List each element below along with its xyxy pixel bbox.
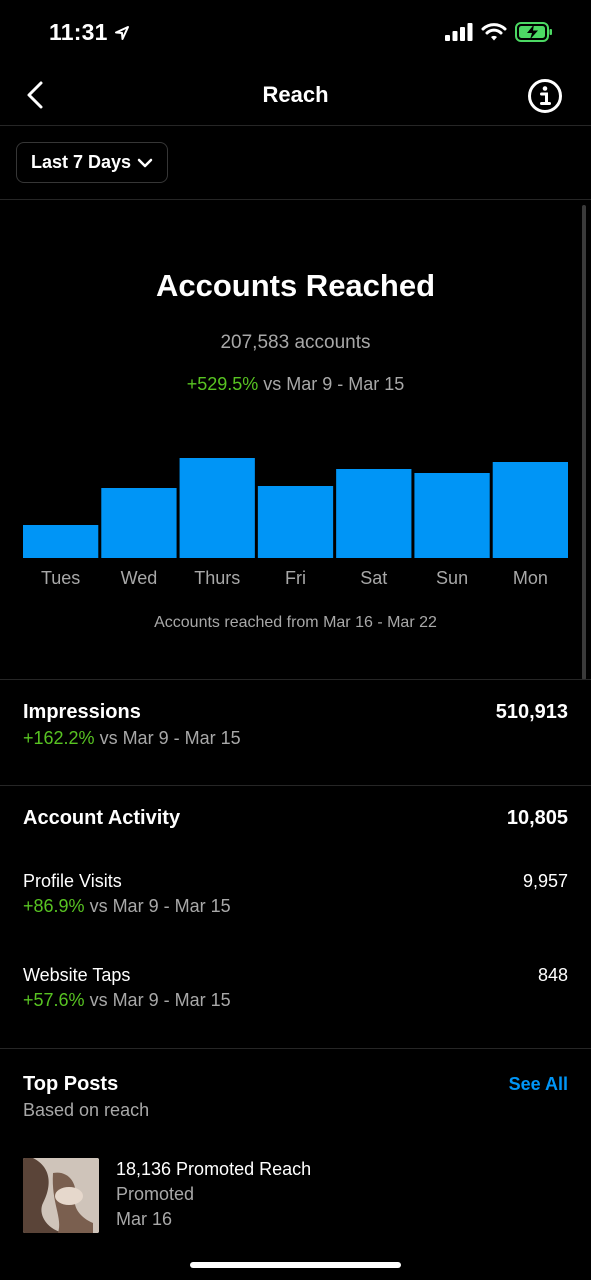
profile-visits-delta-percent: +86.9% <box>23 896 85 916</box>
website-taps-delta-period: vs Mar 9 - Mar 15 <box>84 990 231 1010</box>
chart-caption: Accounts reached from Mar 16 - Mar 22 <box>154 614 437 631</box>
account-activity-value: 10,805 <box>506 807 568 829</box>
post-date: Mar 16 <box>116 1209 173 1229</box>
profile-visits-value: 9,957 <box>522 871 568 891</box>
profile-visits-delta-period: vs Mar 9 - Mar 15 <box>84 896 231 916</box>
see-all-link[interactable]: See All <box>509 1074 568 1095</box>
divider <box>0 199 591 200</box>
bar-wed <box>101 488 177 558</box>
reach-bar-chart: Tues Wed Thurs Fri Sat Sun Mon <box>23 458 568 588</box>
home-indicator[interactable] <box>190 1262 401 1268</box>
bar-fri <box>257 486 334 558</box>
date-range-dropdown[interactable]: Last 7 Days <box>16 142 169 183</box>
website-taps-delta: +57.6% vs Mar 9 - Mar 15 <box>23 990 231 1011</box>
website-taps-value: 848 <box>537 965 568 985</box>
post-thumbnail[interactable] <box>23 1158 99 1233</box>
bar-tues <box>23 525 99 558</box>
tick-label-fri: Fri <box>285 568 306 588</box>
impressions-value: 510,913 <box>495 701 568 723</box>
status-icons <box>445 22 553 42</box>
impressions-delta-percent: +162.2% <box>23 728 95 748</box>
post-title[interactable]: 18,136 Promoted Reach <box>116 1159 311 1180</box>
post-type: Promoted <box>116 1184 195 1204</box>
bar-mon <box>492 462 568 558</box>
page-title: Reach <box>262 82 329 107</box>
website-taps-delta-percent: +57.6% <box>23 990 85 1010</box>
top-posts-title: Top Posts <box>23 1073 119 1095</box>
location-arrow-icon <box>114 25 129 40</box>
tick-label-sat: Sat <box>360 568 387 588</box>
profile-visits-delta: +86.9% vs Mar 9 - Mar 15 <box>23 896 231 917</box>
tick-label-wed: Wed <box>121 568 158 588</box>
top-posts-subtitle: Based on reach <box>23 1100 150 1120</box>
reach-title: Accounts Reached <box>155 268 436 303</box>
impressions-delta: +162.2% vs Mar 9 - Mar 15 <box>23 728 241 749</box>
chevron-down-icon <box>137 158 153 167</box>
bar-sun <box>414 473 490 558</box>
divider <box>0 679 591 680</box>
bar-thurs <box>179 458 255 558</box>
info-circle-icon <box>528 79 562 113</box>
nav-header: Reach <box>0 66 591 126</box>
website-taps-label: Website Taps <box>23 965 131 985</box>
status-bar: 11:31 <box>0 0 591 66</box>
bar-sat <box>336 469 412 558</box>
status-time: 11:31 <box>49 19 108 45</box>
cellular-signal-icon <box>445 23 473 41</box>
divider <box>0 1048 591 1049</box>
divider <box>0 785 591 786</box>
post-image <box>23 1158 99 1233</box>
tick-label-sun: Sun <box>436 568 468 588</box>
wifi-icon <box>481 23 507 41</box>
tick-label-thurs: Thurs <box>194 568 240 588</box>
account-activity-label: Account Activity <box>23 807 181 829</box>
profile-visits-label: Profile Visits <box>23 871 122 891</box>
info-button[interactable] <box>527 78 563 114</box>
reach-delta-percent: +529.5% <box>186 374 259 394</box>
battery-charging-icon <box>515 22 552 42</box>
impressions-label: Impressions <box>23 701 141 723</box>
status-time-group: 11:31 <box>49 19 130 46</box>
tick-label-mon: Mon <box>513 568 548 588</box>
reach-delta-period: vs Mar 9 - Mar 15 <box>258 374 405 394</box>
tick-label-tues: Tues <box>41 568 80 588</box>
reach-count: 207,583 accounts <box>220 332 371 353</box>
date-range-label: Last 7 Days <box>31 152 132 172</box>
reach-delta: +529.5% vs Mar 9 - Mar 15 <box>0 374 591 395</box>
impressions-delta-period: vs Mar 9 - Mar 15 <box>94 728 241 748</box>
